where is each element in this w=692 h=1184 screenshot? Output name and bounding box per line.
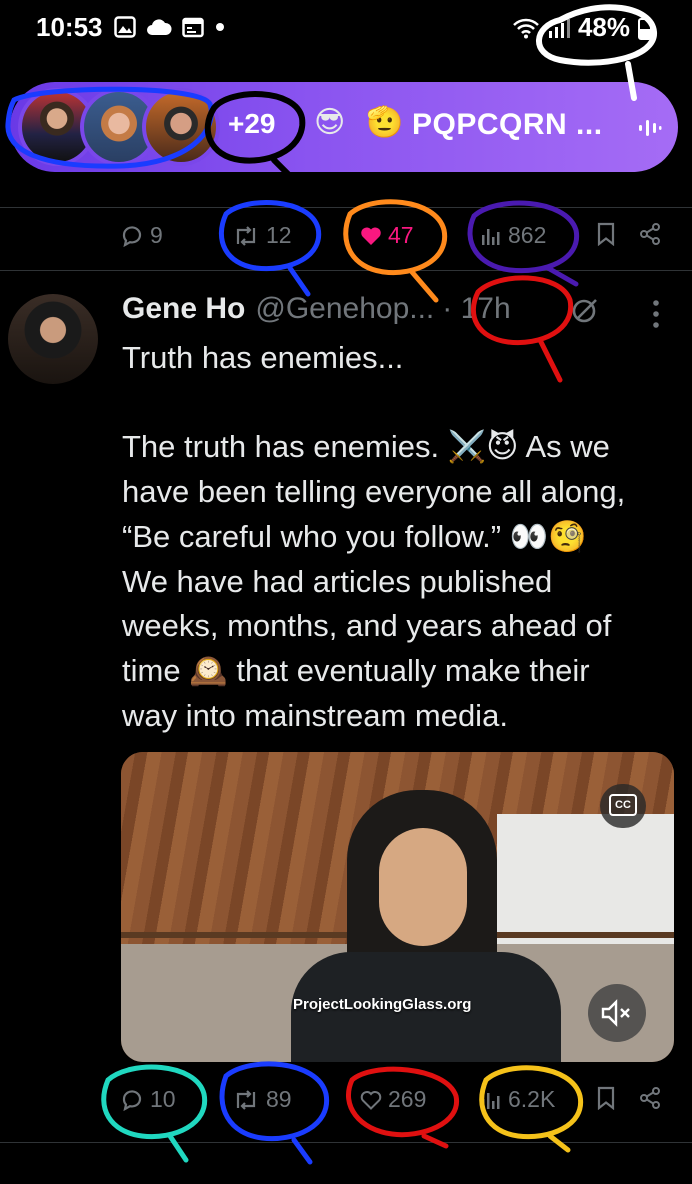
repost-count: 89 — [266, 1086, 292, 1112]
status-system-icons: 48% — [512, 12, 652, 43]
spaces-emoji: 🫡 — [366, 106, 404, 139]
like-count: 269 — [388, 1086, 427, 1112]
author-name[interactable]: Gene Ho — [122, 292, 245, 326]
spaces-banner[interactable]: +29 · 😎 🫡 PQPCQRN ... — [10, 82, 678, 172]
post-text-line: We have had articles published — [122, 563, 553, 599]
like-button[interactable]: 269 — [360, 1086, 426, 1113]
cloud-icon — [147, 19, 172, 35]
video-watermark: ProjectLookingGlass.org — [293, 996, 472, 1013]
spaces-speaker-avatar — [142, 88, 220, 166]
more-options-icon[interactable] — [650, 298, 662, 330]
video-person — [379, 828, 467, 946]
divider — [0, 1142, 692, 1143]
bookmark-icon — [597, 222, 615, 246]
post-text-line: Truth has enemies... — [122, 340, 404, 375]
views-button[interactable]: 6.2K — [480, 1086, 555, 1113]
battery-percent: 48% — [577, 12, 630, 42]
dot-icon — [216, 23, 224, 31]
reply-icon — [122, 225, 142, 247]
video-player[interactable]: ProjectLookingGlass.org CC — [121, 752, 674, 1062]
post-text-line — [122, 381, 677, 426]
post-header: Gene Ho @Genehop... · 17h — [122, 292, 511, 330]
status-time: 10:53 — [36, 12, 103, 42]
share-button[interactable] — [638, 222, 662, 246]
status-notification-icons — [114, 16, 226, 38]
reply-button[interactable]: 9 — [120, 222, 163, 249]
previous-post-actions: 9 12 47 862 — [0, 212, 692, 262]
like-button[interactable]: 47 — [360, 222, 414, 249]
speaker-muted-icon — [601, 999, 630, 1027]
views-icon — [482, 228, 500, 245]
bookmark-button[interactable] — [596, 1086, 616, 1110]
share-icon — [640, 1087, 660, 1109]
bookmark-button[interactable] — [596, 222, 616, 246]
mute-button[interactable] — [588, 984, 646, 1042]
reply-button[interactable]: 10 — [120, 1086, 176, 1113]
reply-count: 10 — [150, 1086, 176, 1112]
view-count: 6.2K — [508, 1086, 556, 1112]
status-bar: 10:53 48% — [0, 0, 692, 60]
repost-button[interactable]: 12 — [232, 222, 292, 249]
divider — [0, 207, 692, 208]
post-text-line: “Be careful who you follow.” 👀🧐 — [122, 518, 587, 554]
post-text-line: have been telling everyone all along, — [122, 474, 626, 510]
views-button[interactable]: 862 — [480, 222, 546, 249]
repost-count: 12 — [266, 222, 292, 248]
views-icon — [482, 1092, 500, 1109]
cc-icon: CC — [609, 794, 637, 816]
repost-icon — [236, 1089, 256, 1110]
author-handle[interactable]: @Genehop... — [255, 292, 434, 326]
post-text-line: way into mainstream media. — [122, 697, 508, 733]
spaces-listener-count: +29 — [228, 108, 276, 139]
post-actions: 10 89 269 6.2K — [0, 1078, 692, 1128]
post-text: Truth has enemies... The truth has enemi… — [122, 336, 677, 738]
repost-icon — [236, 225, 256, 246]
signal-icon — [548, 18, 570, 38]
divider — [0, 270, 692, 271]
reply-count: 9 — [150, 222, 163, 248]
like-count: 47 — [388, 222, 414, 248]
post-timestamp[interactable]: · 17h — [442, 292, 510, 326]
view-count: 862 — [508, 222, 547, 248]
author-avatar[interactable] — [8, 294, 98, 384]
wifi-icon — [513, 18, 539, 38]
repost-button[interactable]: 89 — [232, 1086, 292, 1113]
share-button[interactable] — [638, 1086, 662, 1110]
grok-icon[interactable] — [570, 296, 600, 326]
spaces-title: PQPCQRN ... — [412, 108, 603, 141]
heart-icon — [360, 1090, 382, 1110]
share-icon — [640, 223, 660, 245]
post-text-line: time 🕰️ that eventually make their — [122, 652, 590, 688]
calendar-icon — [182, 17, 204, 38]
gallery-icon — [114, 16, 136, 38]
heart-filled-icon — [361, 226, 381, 245]
post-text-line: weeks, months, and years ahead of — [122, 608, 612, 644]
post-text-line: The truth has enemies. ⚔️😈 As we — [122, 429, 610, 465]
battery-icon — [638, 15, 652, 40]
audio-icon — [639, 120, 662, 136]
video-scene — [497, 814, 674, 951]
bookmark-icon — [597, 1086, 615, 1110]
captions-button[interactable]: CC — [600, 784, 646, 828]
spaces-emoji: 😎 — [314, 106, 346, 139]
reply-icon — [122, 1089, 142, 1111]
spaces-separator: · — [296, 108, 306, 139]
